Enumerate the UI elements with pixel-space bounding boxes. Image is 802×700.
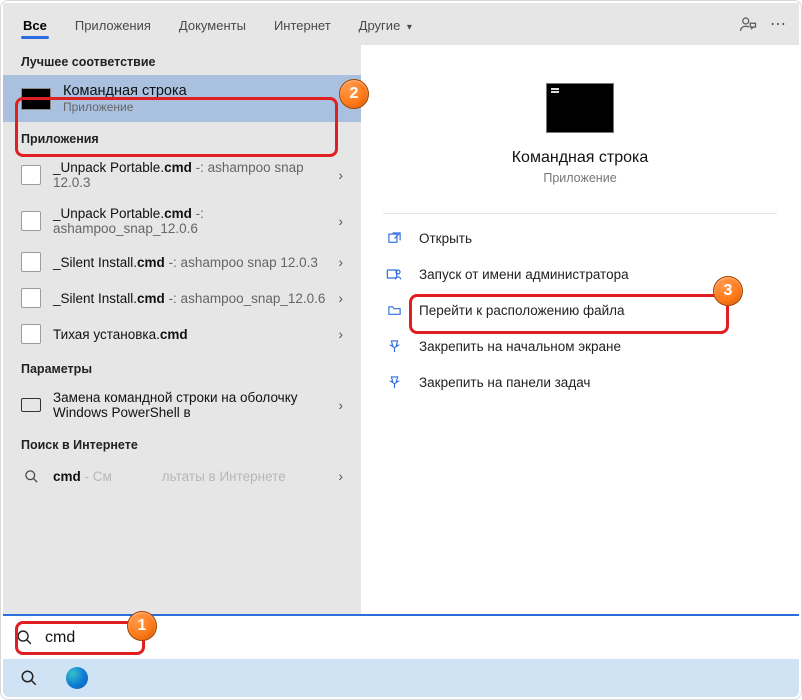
taskbar [3, 659, 799, 697]
app-result-title: _Silent Install.cmd -: ashampoo snap 12.… [53, 255, 332, 270]
results-column: Лучшее соответствие Командная строка При… [3, 45, 361, 651]
search-panel: Все Приложения Документы Интернет Другие… [3, 3, 799, 651]
tab-more[interactable]: Другие ▾ [345, 8, 426, 41]
chevron-right-icon[interactable]: › [332, 254, 349, 270]
file-icon [21, 165, 41, 185]
app-result-4[interactable]: Тихая установка.cmd › [3, 316, 361, 352]
file-icon [21, 324, 41, 344]
taskbar-edge-button[interactable] [57, 662, 97, 694]
cmd-icon [21, 88, 51, 110]
app-result-3[interactable]: _Silent Install.cmd -: ashampoo_snap_12.… [3, 280, 361, 316]
tab-bar: Все Приложения Документы Интернет Другие… [3, 3, 799, 45]
section-best-match: Лучшее соответствие [3, 45, 361, 75]
action-admin-label: Запуск от имени администратора [419, 267, 629, 282]
best-match-item[interactable]: Командная строка Приложение [3, 75, 361, 122]
more-icon[interactable]: ⋯ [763, 9, 793, 39]
search-icon [21, 466, 41, 486]
tab-all[interactable]: Все [9, 8, 61, 41]
section-web: Поиск в Интернете [3, 428, 361, 458]
pin-icon [385, 373, 403, 391]
search-input[interactable] [45, 629, 799, 647]
preview-subtitle: Приложение [543, 171, 616, 185]
tab-web[interactable]: Интернет [260, 8, 345, 41]
open-icon [385, 229, 403, 247]
section-settings: Параметры [3, 352, 361, 382]
tab-more-label: Другие [359, 18, 401, 33]
admin-icon [385, 265, 403, 283]
app-result-0[interactable]: _Unpack Portable.cmd -: ashampoo snap 12… [3, 152, 361, 198]
tab-apps[interactable]: Приложения [61, 8, 165, 41]
tab-docs[interactable]: Документы [165, 8, 260, 41]
setting-result-title: Замена командной строки на оболочку Wind… [53, 390, 332, 420]
app-result-2[interactable]: _Silent Install.cmd -: ashampoo snap 12.… [3, 244, 361, 280]
chevron-right-icon[interactable]: › [332, 290, 349, 306]
action-pin-start[interactable]: Закрепить на начальном экране [361, 328, 799, 364]
action-pin-taskbar[interactable]: Закрепить на панели задач [361, 364, 799, 400]
action-pin-start-label: Закрепить на начальном экране [419, 339, 621, 354]
chevron-down-icon: ▾ [407, 22, 412, 33]
app-result-title: _Unpack Portable.cmd -: ashampoo snap 12… [53, 160, 332, 190]
callout-badge-2: 2 [339, 79, 369, 109]
chevron-right-icon[interactable]: › [332, 213, 349, 229]
file-icon [21, 288, 41, 308]
action-open[interactable]: Открыть [361, 220, 799, 256]
action-location-label: Перейти к расположению файла [419, 303, 625, 318]
taskbar-search-button[interactable] [9, 662, 49, 694]
section-apps: Приложения [3, 122, 361, 152]
search-bar[interactable] [3, 614, 799, 659]
feedback-icon[interactable] [733, 9, 763, 39]
best-match-title: Командная строка [63, 83, 349, 99]
app-result-title: _Silent Install.cmd -: ashampoo_snap_12.… [53, 291, 332, 306]
callout-badge-1: 1 [127, 611, 157, 641]
preview-cmd-icon [546, 83, 614, 133]
pin-icon [385, 337, 403, 355]
preview-title: Командная строка [512, 149, 649, 167]
action-open-label: Открыть [419, 231, 472, 246]
action-pin-task-label: Закрепить на панели задач [419, 375, 590, 390]
chevron-right-icon[interactable]: › [332, 397, 349, 413]
folder-icon [385, 301, 403, 319]
preview-pane: Командная строка Приложение Открыть Запу… [361, 45, 799, 651]
best-match-sub: Приложение [63, 100, 349, 114]
file-icon [21, 211, 41, 231]
chevron-right-icon[interactable]: › [332, 468, 349, 484]
search-icon [3, 629, 45, 646]
app-result-title: _Unpack Portable.cmd -: ashampoo_snap_12… [53, 206, 332, 236]
callout-badge-3: 3 [713, 276, 743, 306]
setting-result[interactable]: Замена командной строки на оболочку Wind… [3, 382, 361, 428]
edge-icon [66, 667, 88, 689]
chevron-right-icon[interactable]: › [332, 326, 349, 342]
app-result-title: Тихая установка.cmd [53, 327, 332, 342]
divider [383, 213, 777, 214]
web-result-title: cmd - Смльтаты в Интернете [53, 469, 332, 484]
app-result-1[interactable]: _Unpack Portable.cmd -: ashampoo_snap_12… [3, 198, 361, 244]
web-result[interactable]: cmd - Смльтаты в Интернете › [3, 458, 361, 494]
file-icon [21, 252, 41, 272]
chevron-right-icon[interactable]: › [332, 167, 349, 183]
monitor-icon [21, 398, 41, 412]
